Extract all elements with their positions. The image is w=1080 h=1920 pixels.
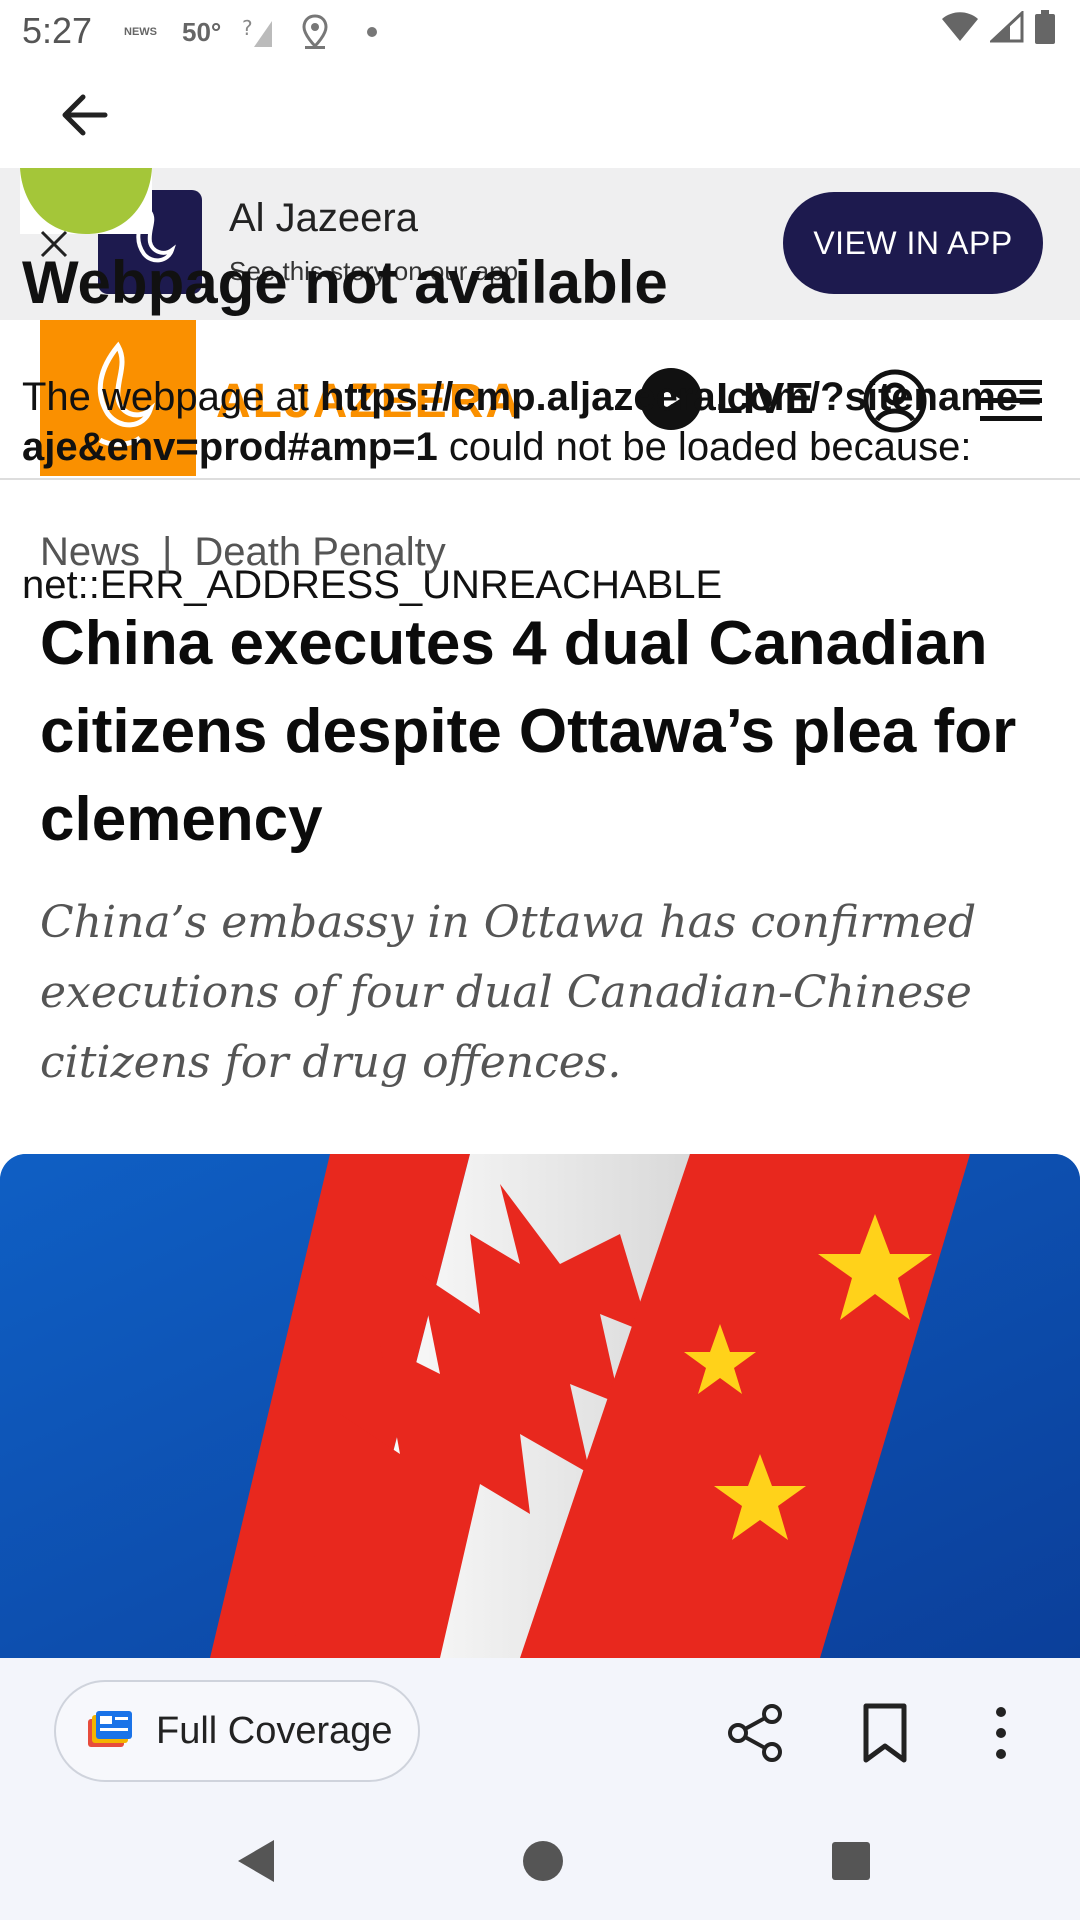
circle-home-icon <box>523 1841 563 1881</box>
breadcrumb-death-penalty[interactable]: Death Penalty <box>194 530 445 575</box>
nav-recents-button[interactable] <box>826 1836 876 1886</box>
banner-title: Al Jazeera <box>229 196 418 240</box>
top-app-bar <box>0 64 1080 168</box>
weather-temp: 50° <box>182 16 222 47</box>
article-headline: China executes 4 dual Canadian citizens … <box>40 609 1017 854</box>
triangle-back-icon <box>238 1840 274 1882</box>
view-in-app-button[interactable]: VIEW IN APP <box>783 192 1043 294</box>
battery-icon <box>1035 10 1055 44</box>
more-options-button[interactable] <box>968 1700 1034 1766</box>
share-button[interactable] <box>722 1700 788 1766</box>
signal-off-icon: ? <box>240 14 274 50</box>
error-title: Webpage not available <box>22 249 668 316</box>
svg-text:?: ? <box>242 16 253 40</box>
breadcrumb-news[interactable]: News <box>40 530 140 575</box>
back-button[interactable] <box>50 80 120 150</box>
share-icon <box>728 1704 782 1762</box>
status-bar <box>0 0 1080 64</box>
full-coverage-icon <box>88 1711 132 1747</box>
location-icon <box>300 14 330 50</box>
status-time: 5:27 <box>22 10 93 51</box>
breadcrumb-separator: | <box>162 530 173 574</box>
error-message: The webpage at https://cmp.aljazeera.com… <box>22 372 1062 472</box>
error-body-prefix: The webpage at <box>22 375 320 419</box>
notification-dot-icon <box>366 14 378 50</box>
nav-back-button[interactable] <box>232 1836 282 1886</box>
full-coverage-label: Full Coverage <box>156 1709 393 1752</box>
news-notification-icon: NEWS <box>124 25 157 38</box>
full-coverage-button[interactable]: Full Coverage <box>54 1680 420 1782</box>
breadcrumb: News | Death Penalty <box>40 530 446 575</box>
bookmark-icon <box>863 1703 907 1763</box>
article-standfirst: China’s embassy in Ottawa has confirmed … <box>40 897 977 1088</box>
android-robot-icon <box>20 168 152 234</box>
square-recents-icon <box>832 1842 870 1880</box>
error-body-suffix: could not be loaded because: <box>437 425 972 469</box>
bookmark-button[interactable] <box>852 1700 918 1766</box>
wifi-icon <box>942 12 978 41</box>
arrow-left-icon <box>62 94 108 136</box>
more-vert-icon <box>996 1707 1006 1759</box>
status-right-icons <box>940 10 1056 44</box>
cell-signal-icon <box>990 11 1024 43</box>
hero-image-flags <box>0 1154 1080 1658</box>
nav-home-button[interactable] <box>518 1836 568 1886</box>
